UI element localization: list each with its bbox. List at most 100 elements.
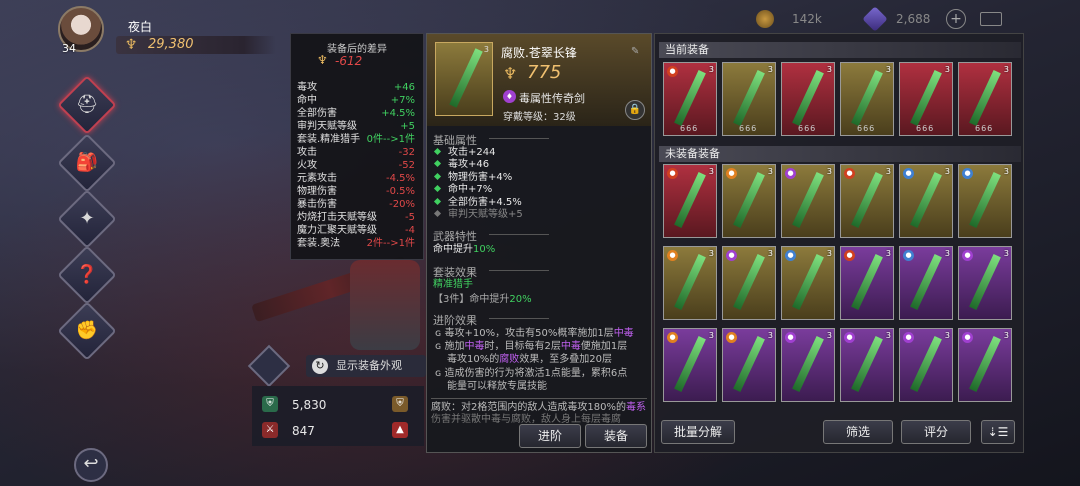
diff-row: 灼烧打击天赋等级 -5 [297, 212, 421, 224]
equipment-slot[interactable]: ● 3 [663, 246, 717, 320]
equipment-slot[interactable]: ● 3 [840, 328, 894, 402]
equipment-slot[interactable]: ● 3 [899, 246, 953, 320]
diff-key: 魔力汇聚天赋等级 [297, 225, 377, 236]
equipment-slot[interactable]: 3 666 [899, 62, 953, 136]
basic-stat: 全部伤害+4.5% [433, 197, 522, 209]
item-icon [851, 70, 883, 126]
basic-stat: 毒攻+46 [433, 159, 489, 171]
item-icon [851, 254, 883, 310]
diff-value: 0件-->1件 [366, 134, 415, 145]
equipment-slot[interactable]: 3 666 [958, 62, 1012, 136]
equipment-slot[interactable]: ● 3 [840, 164, 894, 238]
tier-tag: 3 [483, 45, 489, 54]
add-gem-icon[interactable]: + [946, 9, 966, 29]
diff-key: 火攻 [297, 160, 317, 171]
filter-button[interactable]: 筛选 [823, 420, 893, 444]
item-icon [674, 172, 706, 228]
item-icon [792, 70, 824, 126]
tier-tag: 3 [1003, 331, 1009, 340]
equipment-slot[interactable]: ● 3 [840, 246, 894, 320]
poison-element-icon: ● [844, 332, 855, 343]
diff-row: 元素攻击 -4.5% [297, 173, 421, 185]
item-thumbnail: 3 [435, 42, 493, 116]
equipment-slot[interactable]: ● 3 [722, 164, 776, 238]
equipment-slot[interactable]: ● 3 [722, 246, 776, 320]
diff-key: 物理伤害 [297, 186, 337, 197]
item-type: 毒属性传奇剑 [519, 92, 585, 105]
ice-element-icon: ● [962, 168, 973, 179]
atk-icon: ⚔ [262, 422, 278, 438]
item-icon [910, 172, 942, 228]
diff-value: +5 [400, 121, 415, 132]
show-appearance-label: 显示装备外观 [336, 359, 402, 372]
equipment-slot[interactable]: ● 3 [899, 164, 953, 238]
tier-tag: 3 [826, 167, 832, 176]
back-button[interactable]: ↩ [74, 448, 108, 482]
item-icon [969, 254, 1001, 310]
equipment-slot[interactable]: ● 3 666 [663, 62, 717, 136]
diff-row: 火攻 -52 [297, 160, 421, 172]
diff-row: 攻击 -32 [297, 147, 421, 159]
sword-icon [449, 48, 483, 108]
link-icon[interactable]: ✎ [631, 46, 639, 57]
equipment-slot[interactable]: 3 666 [781, 62, 835, 136]
advance-line-2: ɢ 施加中毒时，目标每有2层中毒便施加1层 [435, 341, 628, 352]
star-rating: 666 [680, 124, 699, 133]
star-rating: 666 [739, 124, 758, 133]
item-icon [851, 172, 883, 228]
tier-tag: 3 [826, 65, 832, 74]
equipment-slot[interactable]: ● 3 [958, 246, 1012, 320]
diff-value: +46 [393, 82, 415, 93]
diff-row: 物理伤害 -0.5% [297, 186, 421, 198]
item-icon [674, 336, 706, 392]
show-appearance-toggle[interactable]: ↻ 显示装备外观 [306, 355, 426, 377]
equipment-slot[interactable]: ● 3 [781, 246, 835, 320]
item-power: 775 [527, 62, 562, 83]
item-header: 3 腐败.苍翠长锋 ✎ ♆ 775 ♦ 毒属性传奇剑 穿戴等级：32级 🔒 [427, 34, 651, 126]
sort-button[interactable]: ⇣☰ [981, 420, 1015, 444]
equipment-slot[interactable]: ● 3 [781, 164, 835, 238]
equipment-slot[interactable]: ● 3 [781, 328, 835, 402]
item-icon [910, 254, 942, 310]
tier-tag: 3 [885, 249, 891, 258]
batch-dismantle-button[interactable]: 批量分解 [661, 420, 735, 444]
player-name: 夜白 [128, 20, 153, 34]
mail-icon[interactable] [980, 12, 1002, 26]
poison-element-icon: ● [785, 332, 796, 343]
lock-icon[interactable]: 🔒 [625, 100, 645, 120]
diff-row: 命中 +7% [297, 95, 421, 107]
basic-stat-locked: 审判天赋等级+5 [433, 209, 523, 221]
item-icon [674, 70, 706, 126]
tier-tag: 3 [1003, 249, 1009, 258]
diff-key: 全部伤害 [297, 108, 337, 119]
star-rating: 666 [916, 124, 935, 133]
diff-power-change: -612 [335, 54, 363, 68]
equipment-slot[interactable]: 3 666 [722, 62, 776, 136]
weapon-trait: 命中提升10% [433, 244, 496, 255]
tier-tag: 3 [767, 65, 773, 74]
diff-value: +7% [390, 95, 415, 106]
item-icon [792, 336, 824, 392]
fire-element-icon: ● [667, 66, 678, 77]
advance-button[interactable]: 进阶 [519, 424, 581, 448]
light-element-icon: ● [726, 332, 737, 343]
equipment-slot[interactable]: ● 3 [958, 328, 1012, 402]
tier-tag: 3 [885, 167, 891, 176]
score-button[interactable]: 评分 [901, 420, 971, 444]
diff-value: 2件-->1件 [366, 238, 415, 249]
equipment-slot[interactable]: ● 3 [958, 164, 1012, 238]
item-icon [674, 254, 706, 310]
equipment-slot[interactable]: 3 666 [840, 62, 894, 136]
equipment-slot[interactable]: ● 3 [663, 328, 717, 402]
item-icon [910, 70, 942, 126]
character-stats-panel: ⛨ 5,830 ⛨ ⚔ 847 ▲ [252, 386, 424, 446]
equipment-slot[interactable]: ● 3 [722, 328, 776, 402]
equip-button[interactable]: 装备 [585, 424, 647, 448]
section-set: 套装效果 [433, 266, 549, 279]
rune-icon: ❓ [75, 264, 99, 285]
character-body [350, 260, 420, 350]
equipment-slot[interactable]: ● 3 [663, 164, 717, 238]
equipment-slot[interactable]: ● 3 [899, 328, 953, 402]
diff-row: 全部伤害 +4.5% [297, 108, 421, 120]
player-profile[interactable]: 34 夜白 ♆ 29,380 [58, 6, 276, 55]
